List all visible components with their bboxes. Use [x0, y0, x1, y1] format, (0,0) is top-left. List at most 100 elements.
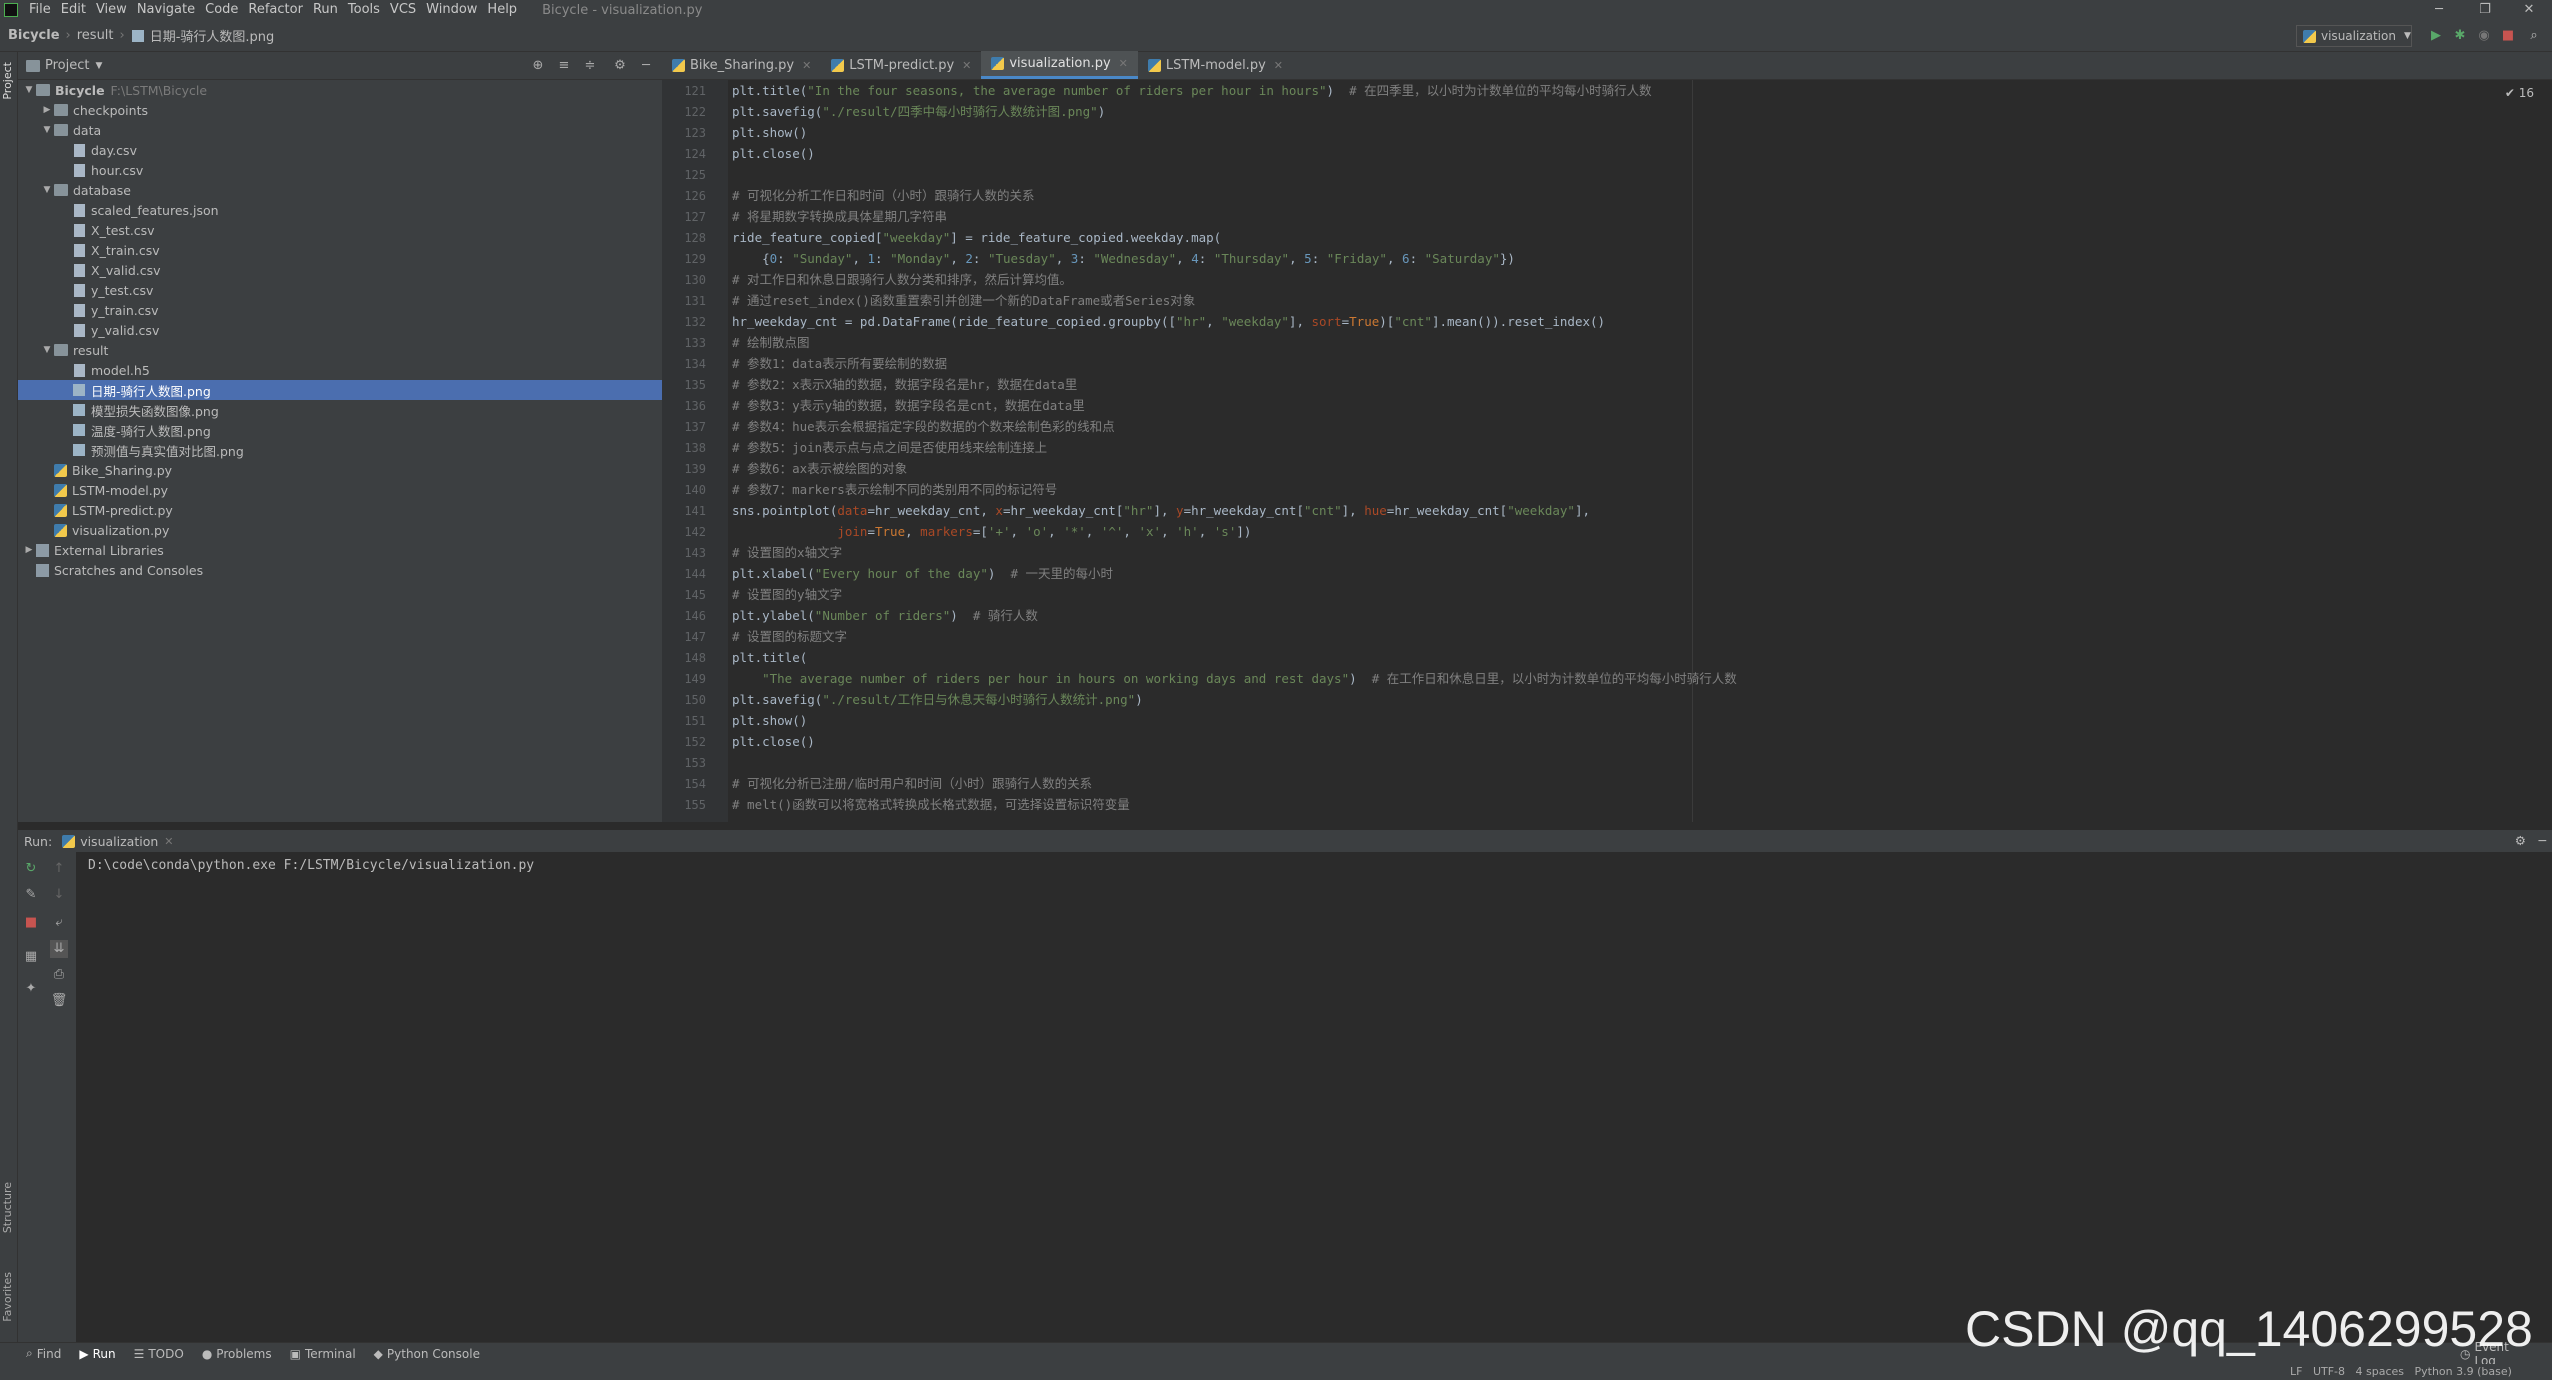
code-line[interactable]: plt.title("In the four seasons, the aver…: [732, 80, 1652, 101]
code-view[interactable]: plt.title("In the four seasons, the aver…: [732, 80, 2532, 822]
gear-icon[interactable]: ⚙: [2515, 833, 2526, 848]
menu-item-help[interactable]: Help: [482, 0, 522, 20]
close-icon[interactable]: ✕: [164, 835, 173, 848]
wrench-icon[interactable]: ✎: [22, 886, 40, 904]
print-icon[interactable]: ⎙: [50, 966, 68, 984]
run-icon[interactable]: ▶: [2428, 28, 2444, 44]
tree-item[interactable]: X_train.csv: [18, 240, 662, 260]
run-tab-visualization[interactable]: visualization: [80, 834, 158, 849]
chevron-down-icon[interactable]: ▼: [22, 85, 36, 95]
tree-item[interactable]: Scratches and Consoles: [18, 560, 662, 580]
project-tool-tab[interactable]: Project: [1, 62, 14, 100]
code-line[interactable]: # 对工作日和休息日跟骑行人数分类和排序，然后计算均值。: [732, 269, 1072, 290]
favorites-tool-tab[interactable]: Favorites: [1, 1272, 14, 1322]
arrow-up-icon[interactable]: ↑: [50, 860, 68, 878]
tree-item[interactable]: 模型损失函数图像.png: [18, 400, 662, 420]
tree-item[interactable]: visualization.py: [18, 520, 662, 540]
code-line[interactable]: plt.ylabel("Number of riders") # 骑行人数: [732, 605, 1038, 626]
code-line[interactable]: # 将星期数字转换成具体星期几字符串: [732, 206, 947, 227]
code-line[interactable]: "The average number of riders per hour i…: [732, 668, 1737, 689]
run-config-select[interactable]: visualization ▼: [2296, 25, 2412, 47]
project-panel-title[interactable]: Project: [45, 58, 89, 73]
code-line[interactable]: # 参数2：x表示X轴的数据，数据字段名是hr，数据在data里: [732, 374, 1077, 395]
menu-item-tools[interactable]: Tools: [343, 0, 385, 20]
minimize-icon[interactable]: ─: [2416, 0, 2462, 20]
close-icon[interactable]: ✕: [962, 59, 971, 72]
rerun-icon[interactable]: ↻: [22, 860, 40, 878]
structure-tool-tab[interactable]: Structure: [1, 1182, 14, 1233]
editor-tab[interactable]: Bike_Sharing.py ✕: [662, 51, 821, 79]
code-line[interactable]: # 参数3：y表示y轴的数据，数据字段名是cnt，数据在data里: [732, 395, 1085, 416]
tree-item[interactable]: day.csv: [18, 140, 662, 160]
layout-icon[interactable]: ▦: [22, 948, 40, 966]
tree-item[interactable]: ▼ result: [18, 340, 662, 360]
code-line[interactable]: # 参数6：ax表示被绘图的对象: [732, 458, 907, 479]
soft-wrap-icon[interactable]: ⤶: [50, 914, 68, 932]
inspection-widget[interactable]: ✔ 16: [2505, 86, 2534, 100]
stop-icon[interactable]: ■: [2500, 28, 2516, 44]
pin-icon[interactable]: ✦: [22, 980, 40, 998]
todo-tool-button[interactable]: ☰ TODO: [134, 1347, 184, 1361]
menu-item-vcs[interactable]: VCS: [385, 0, 421, 20]
close-icon[interactable]: ✕: [1274, 59, 1283, 72]
scroll-to-end-icon[interactable]: ⇊: [50, 940, 68, 958]
tree-item[interactable]: ▼ data: [18, 120, 662, 140]
find-tool-button[interactable]: ⌕ Find: [26, 1346, 61, 1361]
chevron-down-icon[interactable]: ▼: [40, 185, 54, 195]
hide-icon[interactable]: ─: [638, 58, 654, 74]
tree-item[interactable]: model.h5: [18, 360, 662, 380]
debug-icon[interactable]: ✱: [2452, 28, 2468, 44]
code-line[interactable]: # 通过reset_index()函数重置索引并创建一个新的DataFrame或…: [732, 290, 1195, 311]
locate-icon[interactable]: ⊕: [530, 58, 546, 74]
code-line[interactable]: hr_weekday_cnt = pd.DataFrame(ride_featu…: [732, 311, 1605, 332]
breadcrumb-folder[interactable]: result: [77, 28, 114, 43]
menu-item-navigate[interactable]: Navigate: [132, 0, 200, 20]
menu-item-code[interactable]: Code: [200, 0, 243, 20]
chevron-right-icon[interactable]: ▶: [40, 105, 54, 115]
close-icon[interactable]: ✕: [802, 59, 811, 72]
tree-item[interactable]: ▶ External Libraries: [18, 540, 662, 560]
tree-item[interactable]: y_valid.csv: [18, 320, 662, 340]
editor-tab[interactable]: LSTM-predict.py ✕: [821, 51, 981, 79]
code-line[interactable]: plt.title(: [732, 647, 807, 668]
code-line[interactable]: plt.savefig("./result/四季中每小时骑行人数统计图.png"…: [732, 101, 1105, 122]
console-output[interactable]: D:\code\conda\python.exe F:/LSTM/Bicycle…: [88, 858, 534, 873]
tree-item[interactable]: y_train.csv: [18, 300, 662, 320]
code-line[interactable]: {0: "Sunday", 1: "Monday", 2: "Tuesday",…: [732, 248, 1515, 269]
restore-icon[interactable]: ❐: [2462, 0, 2508, 20]
tree-item[interactable]: ▼ Bicycle F:\LSTM\Bicycle: [18, 80, 662, 100]
tree-item[interactable]: ▶ checkpoints: [18, 100, 662, 120]
tree-item[interactable]: hour.csv: [18, 160, 662, 180]
menu-item-file[interactable]: File: [24, 0, 56, 20]
menu-item-view[interactable]: View: [91, 0, 132, 20]
terminal-tool-button[interactable]: ▣ Terminal: [290, 1347, 356, 1361]
problems-tool-button[interactable]: ● Problems: [202, 1347, 272, 1361]
tree-item[interactable]: X_valid.csv: [18, 260, 662, 280]
code-line[interactable]: plt.show(): [732, 122, 807, 143]
menu-item-window[interactable]: Window: [421, 0, 482, 20]
code-line[interactable]: # 参数7：markers表示绘制不同的类别用不同的标记符号: [732, 479, 1057, 500]
code-line[interactable]: # 参数4：hue表示会根据指定字段的数据的个数来绘制色彩的线和点: [732, 416, 1115, 437]
code-line[interactable]: # 设置图的x轴文字: [732, 542, 842, 563]
editor-tab[interactable]: visualization.py ✕: [981, 51, 1138, 79]
code-line[interactable]: # melt()函数可以将宽格式转换成长格式数据，可选择设置标识符变量: [732, 794, 1130, 815]
tree-item[interactable]: X_test.csv: [18, 220, 662, 240]
status-info[interactable]: LF UTF-8 4 spaces Python 3.9 (base): [2290, 1365, 2512, 1378]
chevron-down-icon[interactable]: ▼: [95, 61, 102, 71]
arrow-down-icon[interactable]: ↓: [50, 886, 68, 904]
search-icon[interactable]: ⌕: [2526, 28, 2542, 44]
trash-icon[interactable]: 🗑: [50, 992, 68, 1010]
code-line[interactable]: join=True, markers=['+', 'o', '*', '^', …: [732, 521, 1251, 542]
coverage-icon[interactable]: ◉: [2476, 28, 2492, 44]
menu-item-run[interactable]: Run: [308, 0, 343, 20]
tree-item[interactable]: Bike_Sharing.py: [18, 460, 662, 480]
close-icon[interactable]: ✕: [2506, 0, 2552, 20]
tree-item[interactable]: 日期-骑行人数图.png: [18, 380, 662, 400]
code-line[interactable]: # 参数5：join表示点与点之间是否使用线来绘制连接上: [732, 437, 1047, 458]
menu-item-edit[interactable]: Edit: [56, 0, 91, 20]
tree-item[interactable]: ▼ database: [18, 180, 662, 200]
python-console-tool-button[interactable]: ◆ Python Console: [374, 1347, 480, 1361]
chevron-down-icon[interactable]: ▼: [40, 345, 54, 355]
code-line[interactable]: # 可视化分析工作日和时间（小时）跟骑行人数的关系: [732, 185, 1035, 206]
code-line[interactable]: # 参数1：data表示所有要绘制的数据: [732, 353, 947, 374]
